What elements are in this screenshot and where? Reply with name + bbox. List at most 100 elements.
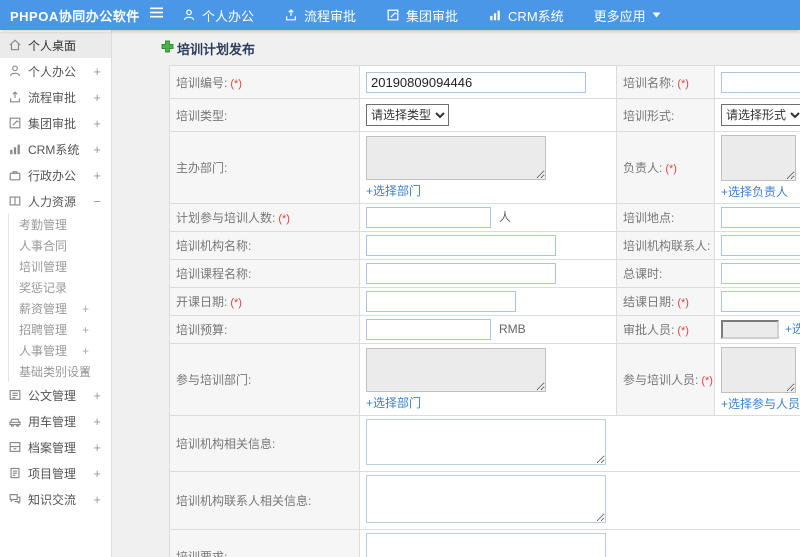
field-label: 培训名称: (*) bbox=[616, 65, 715, 99]
requirement-textarea[interactable] bbox=[366, 533, 606, 557]
sidebar-item-knowledge[interactable]: 知识交流 + bbox=[0, 486, 111, 512]
sidebar-item-official-doc[interactable]: 公文管理 + bbox=[0, 382, 111, 408]
sidebar-item-label: 个人办公 bbox=[28, 64, 77, 79]
field-label: 负责人: (*) bbox=[616, 131, 715, 204]
sidebar-item-personal-desktop[interactable]: 个人桌面 bbox=[0, 32, 111, 58]
training-type-select[interactable]: 请选择类型 bbox=[366, 104, 449, 126]
field-label: 培训地点: bbox=[616, 203, 715, 232]
top-nav: 个人办公 流程审批 集团审批 CRM系统 更多应用 bbox=[182, 6, 661, 25]
select-dept-link[interactable]: +选择部门 bbox=[366, 182, 421, 199]
planned-count-input[interactable] bbox=[366, 207, 491, 228]
join-people-textarea[interactable] bbox=[721, 347, 796, 393]
field-label: 主办部门: bbox=[169, 131, 360, 204]
training-mode-select[interactable]: 请选择形式 bbox=[721, 104, 800, 126]
nav-label: 集团审批 bbox=[406, 8, 459, 24]
sidebar-subitem-personnel[interactable]: 人事管理 + bbox=[9, 340, 111, 361]
select-join-people-link[interactable]: +选择参与人员 bbox=[721, 395, 800, 412]
field-label: 培训机构名称: bbox=[169, 231, 360, 260]
sidebar-item-group-approval[interactable]: 集团审批 + bbox=[0, 110, 111, 136]
sidebar-item-label: 集团审批 bbox=[28, 116, 77, 131]
org-name-input[interactable] bbox=[366, 235, 556, 256]
sidebar-item-human-resources[interactable]: 人力资源 − bbox=[0, 188, 111, 214]
nav-personal-office[interactable]: 个人办公 bbox=[182, 6, 254, 25]
training-name-input[interactable] bbox=[721, 71, 800, 93]
sidebar-subitem-salary[interactable]: 薪资管理 + bbox=[9, 298, 111, 319]
car-icon bbox=[8, 414, 23, 429]
sidebar-subitem-label: 人事合同 bbox=[19, 239, 68, 253]
end-date-input[interactable] bbox=[721, 291, 800, 312]
expand-toggle: + bbox=[93, 491, 101, 507]
nav-workflow-approval[interactable]: 流程审批 bbox=[284, 6, 356, 25]
collapse-toggle: − bbox=[93, 193, 101, 209]
sidebar-item-label: 行政办公 bbox=[28, 168, 77, 183]
start-date-input[interactable] bbox=[366, 291, 516, 312]
sidebar-item-crm[interactable]: CRM系统 + bbox=[0, 136, 111, 162]
sidebar-subitem-label: 奖惩记录 bbox=[19, 281, 68, 295]
sidebar-item-project[interactable]: 项目管理 + bbox=[0, 460, 111, 486]
sidebar-subitem-label: 招聘管理 bbox=[19, 323, 68, 337]
sidebar-subitem-hr-contract[interactable]: 人事合同 bbox=[9, 235, 111, 256]
training-plan-form: 培训编号:(*) 培训名称:(*) 培训类型: 请选择类型 培训形式: 请选择形… bbox=[169, 65, 800, 557]
topbar: PHPOA协同办公软件 个人办公 流程审批 集团审批 CRM系统 更多应用 bbox=[0, 0, 800, 30]
hamburger-menu-button[interactable] bbox=[146, 6, 166, 24]
sidebar-item-label: 知识交流 bbox=[28, 492, 77, 507]
sidebar-subitem-label: 培训管理 bbox=[19, 260, 68, 274]
home-icon bbox=[8, 38, 23, 53]
location-input[interactable] bbox=[721, 207, 800, 228]
page-title: 培训计划发布 bbox=[161, 39, 800, 58]
host-dept-textarea[interactable] bbox=[366, 136, 546, 180]
sidebar-subitem-training[interactable]: 培训管理 bbox=[9, 256, 111, 277]
field-label: 培训机构相关信息: bbox=[169, 415, 360, 472]
select-leader-link[interactable]: +选择负责人 bbox=[721, 183, 788, 200]
sidebar-subitem-rewards[interactable]: 奖惩记录 bbox=[9, 277, 111, 298]
org-contact-info-textarea[interactable] bbox=[366, 475, 606, 523]
expand-toggle: + bbox=[81, 301, 89, 316]
app-logo: PHPOA协同办公软件 bbox=[10, 8, 140, 24]
select-approver-link[interactable]: +选择审批人员 bbox=[785, 322, 800, 336]
nav-label: 更多应用 bbox=[593, 8, 646, 24]
currency-suffix: RMB bbox=[499, 321, 526, 336]
leader-textarea[interactable] bbox=[721, 135, 796, 181]
workflow-icon bbox=[8, 90, 23, 105]
sidebar-item-personal-office[interactable]: 个人办公 + bbox=[0, 58, 111, 84]
sidebar-item-archives[interactable]: 档案管理 + bbox=[0, 434, 111, 460]
nav-crm[interactable]: CRM系统 bbox=[488, 6, 564, 25]
expand-toggle: + bbox=[93, 439, 101, 455]
book-icon bbox=[8, 194, 23, 209]
hr-submenu: 考勤管理 人事合同 培训管理 奖惩记录 薪资管理 + 招聘管理 + 人事管理 + bbox=[8, 214, 111, 382]
select-join-dept-link[interactable]: +选择部门 bbox=[366, 394, 421, 411]
expand-toggle: + bbox=[93, 115, 101, 131]
field-label: 培训类型: bbox=[169, 98, 360, 132]
sidebar-subitem-label: 人事管理 bbox=[19, 344, 68, 358]
sidebar-item-label: 个人桌面 bbox=[28, 38, 77, 53]
join-dept-textarea[interactable] bbox=[366, 348, 546, 392]
sidebar-subitem-recruit[interactable]: 招聘管理 + bbox=[9, 319, 111, 340]
budget-input[interactable] bbox=[366, 319, 491, 340]
field-label: 总课时: bbox=[616, 259, 715, 288]
sidebar-item-workflow-approval[interactable]: 流程审批 + bbox=[0, 84, 111, 110]
nav-group-approval[interactable]: 集团审批 bbox=[386, 6, 458, 25]
sidebar: 个人桌面 个人办公 + 流程审批 + 集团审批 + CRM系统 + 行政办公 +… bbox=[0, 30, 112, 557]
sidebar-item-admin-office[interactable]: 行政办公 + bbox=[0, 162, 111, 188]
approver-input[interactable] bbox=[721, 320, 779, 340]
nav-more-apps[interactable]: 更多应用 bbox=[594, 6, 661, 25]
sidebar-item-vehicle[interactable]: 用车管理 + bbox=[0, 408, 111, 434]
training-no-input[interactable] bbox=[366, 71, 586, 93]
field-label: 培训要求: bbox=[169, 529, 360, 557]
total-hours-input[interactable] bbox=[721, 263, 800, 284]
course-name-input[interactable] bbox=[366, 263, 556, 284]
sidebar-item-label: 人力资源 bbox=[28, 194, 77, 209]
org-contact-input[interactable] bbox=[721, 235, 800, 256]
user-icon bbox=[8, 64, 23, 79]
expand-toggle: + bbox=[93, 89, 101, 105]
field-label: 培训预算: bbox=[169, 315, 360, 344]
org-info-textarea[interactable] bbox=[366, 419, 606, 465]
field-label: 培训编号: (*) bbox=[169, 65, 360, 99]
field-label: 参与培训部门: bbox=[169, 343, 360, 416]
sidebar-subitem-base-category[interactable]: 基础类别设置 + bbox=[9, 361, 111, 382]
sidebar-subitem-attendance[interactable]: 考勤管理 bbox=[9, 214, 111, 235]
bar-chart-icon bbox=[488, 8, 502, 22]
nav-label: CRM系统 bbox=[508, 8, 564, 24]
field-label: 培训机构联系人相关信息: bbox=[169, 471, 360, 530]
expand-toggle: + bbox=[93, 465, 101, 481]
